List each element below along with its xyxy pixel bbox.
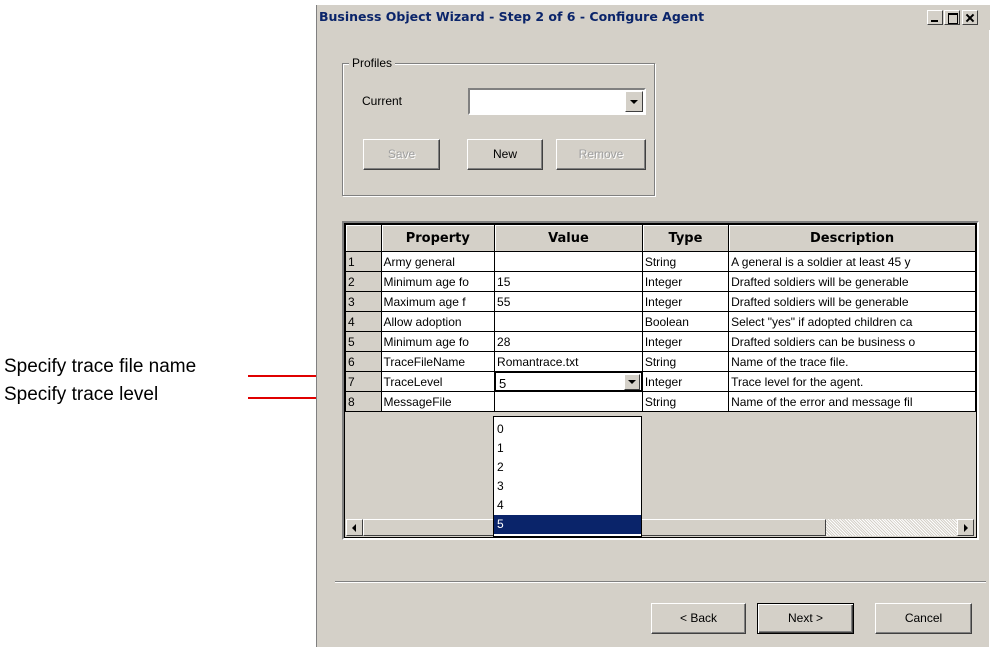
profiles-groupbox xyxy=(342,63,655,196)
value-cell[interactable]: Romantrace.txt xyxy=(494,351,643,372)
value-cell[interactable]: 28 xyxy=(494,331,643,352)
properties-table: Property Value Type Description 1 Army g… xyxy=(345,224,976,412)
description-cell: Drafted soldiers will be generable xyxy=(728,271,976,292)
table-row[interactable]: 6 TraceFileName Romantrace.txt String Na… xyxy=(345,351,976,372)
table-row[interactable]: 7 TraceLevel 5 Integer Trace level for t… xyxy=(345,371,976,392)
value-cell[interactable]: 5 xyxy=(494,371,643,392)
save-profile-button[interactable]: Save xyxy=(363,139,440,170)
property-cell[interactable]: Allow adoption xyxy=(380,311,496,332)
table-row[interactable]: 2 Minimum age fo 15 Integer Drafted sold… xyxy=(345,271,976,292)
description-cell: Drafted soldiers will be generable xyxy=(728,291,976,312)
table-row[interactable]: 5 Minimum age fo 28 Integer Drafted sold… xyxy=(345,331,976,352)
row-number: 3 xyxy=(345,291,382,312)
description-cell: A general is a soldier at least 45 y xyxy=(728,251,976,272)
dropdown-option-2[interactable]: 2 xyxy=(494,458,641,477)
current-profile-label: Current xyxy=(362,94,403,108)
property-cell[interactable]: TraceFileName xyxy=(380,351,496,372)
dropdown-option-3[interactable]: 3 xyxy=(494,477,641,496)
horizontal-scrollbar[interactable] xyxy=(346,519,974,536)
back-button[interactable]: < Back xyxy=(651,603,746,634)
row-number: 5 xyxy=(345,331,382,352)
table-header-row: Property Value Type Description xyxy=(345,224,976,252)
row-number: 6 xyxy=(345,351,382,372)
maximize-button[interactable] xyxy=(944,10,960,25)
value-cell[interactable] xyxy=(494,311,643,332)
value-cell[interactable] xyxy=(494,251,643,272)
description-cell: Select "yes" if adopted children ca xyxy=(728,311,976,332)
new-profile-button[interactable]: New xyxy=(467,139,543,170)
type-cell: Integer xyxy=(641,331,730,352)
footer-separator xyxy=(335,581,986,583)
annotation-trace-file-name: Specify trace file name xyxy=(4,356,197,377)
row-number: 7 xyxy=(345,371,382,392)
description-cell: Name of the error and message fil xyxy=(728,391,976,412)
type-cell: Integer xyxy=(641,371,730,392)
current-profile-combo[interactable] xyxy=(468,88,646,115)
chevron-down-icon xyxy=(627,380,636,384)
annotation-trace-level: Specify trace level xyxy=(4,384,159,405)
value-cell[interactable]: 15 xyxy=(494,271,643,292)
column-header-description[interactable]: Description xyxy=(728,224,976,252)
table-row[interactable]: 4 Allow adoption Boolean Select "yes" if… xyxy=(345,311,976,332)
table-row[interactable]: 8 MessageFile String Name of the error a… xyxy=(345,391,976,412)
scroll-right-button[interactable] xyxy=(957,519,974,536)
row-number: 1 xyxy=(345,251,382,272)
wizard-dialog: Business Object Wizard - Step 2 of 6 - C… xyxy=(316,5,990,647)
description-cell: Drafted soldiers can be business o xyxy=(728,331,976,352)
value-cell[interactable]: 55 xyxy=(494,291,643,312)
column-header-type[interactable]: Type xyxy=(641,224,730,252)
type-cell: String xyxy=(641,391,730,412)
property-cell[interactable]: Minimum age fo xyxy=(380,331,496,352)
property-cell[interactable]: Army general xyxy=(380,251,496,272)
row-number: 4 xyxy=(345,311,382,332)
column-header-value[interactable]: Value xyxy=(494,224,643,252)
minimize-button[interactable] xyxy=(927,10,943,25)
description-cell: Name of the trace file. xyxy=(728,351,976,372)
dropdown-option-1[interactable]: 1 xyxy=(494,439,641,458)
type-cell: String xyxy=(641,251,730,272)
table-row[interactable]: 3 Maximum age f 55 Integer Drafted soldi… xyxy=(345,291,976,312)
type-cell: Integer xyxy=(641,271,730,292)
dropdown-option-4[interactable]: 4 xyxy=(494,496,641,515)
description-cell: Trace level for the agent. xyxy=(728,371,976,392)
property-cell[interactable]: Maximum age f xyxy=(380,291,496,312)
cancel-button[interactable]: Cancel xyxy=(875,603,972,634)
trace-level-dropdown-button[interactable] xyxy=(623,374,640,390)
row-number: 8 xyxy=(345,391,382,412)
arrow-right-icon xyxy=(964,524,968,532)
title-bar[interactable]: Business Object Wizard - Step 2 of 6 - C… xyxy=(317,5,990,30)
property-cell[interactable]: TraceLevel xyxy=(380,371,496,392)
table-row[interactable]: 1 Army general String A general is a sol… xyxy=(345,251,976,272)
chevron-down-icon xyxy=(630,100,638,104)
column-header-property[interactable]: Property xyxy=(380,224,496,252)
value-cell[interactable] xyxy=(494,391,643,412)
trace-level-dropdown-list[interactable]: 0 1 2 3 4 5 xyxy=(493,416,642,537)
remove-profile-button[interactable]: Remove xyxy=(556,139,646,170)
column-header-rownum[interactable] xyxy=(345,224,382,252)
window-title: Business Object Wizard - Step 2 of 6 - C… xyxy=(319,9,705,24)
trace-level-combo[interactable]: 5 xyxy=(495,372,642,391)
property-cell[interactable]: Minimum age fo xyxy=(380,271,496,292)
current-profile-dropdown-button[interactable] xyxy=(625,91,643,112)
dropdown-option-5[interactable]: 5 xyxy=(494,515,641,534)
close-button[interactable] xyxy=(962,10,978,25)
dropdown-option-0[interactable]: 0 xyxy=(494,420,641,439)
type-cell: String xyxy=(641,351,730,372)
trace-level-value: 5 xyxy=(499,376,507,391)
scrollbar-track[interactable] xyxy=(826,519,957,536)
arrow-left-icon xyxy=(352,524,356,532)
scroll-left-button[interactable] xyxy=(346,519,363,536)
type-cell: Boolean xyxy=(641,311,730,332)
next-button[interactable]: Next > xyxy=(757,603,854,634)
profiles-legend: Profiles xyxy=(349,56,396,70)
property-cell[interactable]: MessageFile xyxy=(380,391,496,412)
row-number: 2 xyxy=(345,271,382,292)
properties-grid: Property Value Type Description 1 Army g… xyxy=(342,221,979,540)
type-cell: Integer xyxy=(641,291,730,312)
